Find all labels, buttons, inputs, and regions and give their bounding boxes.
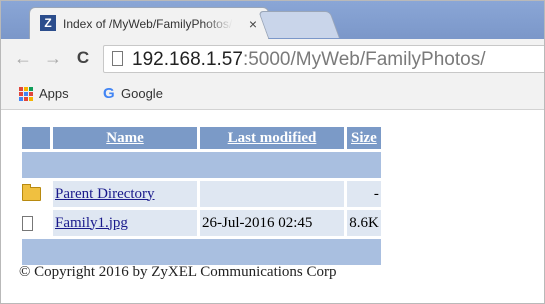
address-toolbar: ← → C 192.168.1.57:5000/MyWeb/FamilyPhot…	[1, 39, 544, 79]
browser-window: Z Index of /MyWeb/FamilyPhotos/ × ← → C …	[0, 0, 545, 304]
url-path: :5000/MyWeb/FamilyPhotos/	[242, 49, 486, 70]
parent-directory-link[interactable]: Parent Directory	[55, 186, 155, 202]
tab-strip: Z Index of /MyWeb/FamilyPhotos/ ×	[1, 1, 544, 39]
folder-icon	[22, 184, 41, 202]
size-column-header[interactable]: Size	[347, 127, 381, 149]
bookmark-google[interactable]: Google	[121, 86, 163, 102]
table-row: Family1.jpg 26-Jul-2016 02:45 8.6K	[22, 210, 381, 236]
bookmarks-bar: Apps G Google	[1, 79, 544, 110]
table-header-row: Name Last modified Size	[22, 127, 381, 149]
table-row: Parent Directory -	[22, 181, 381, 207]
copyright-footer: © Copyright 2016 by ZyXEL Communications…	[19, 264, 337, 280]
name-column-header[interactable]: Name	[53, 127, 197, 149]
reload-icon[interactable]: C	[73, 47, 93, 69]
last-modified-cell	[200, 181, 344, 207]
last-modified-column-header[interactable]: Last modified	[200, 127, 344, 149]
page-icon	[112, 51, 123, 66]
google-g-icon[interactable]: G	[103, 85, 115, 103]
browser-tab[interactable]: Z Index of /MyWeb/FamilyPhotos/ ×	[29, 7, 269, 39]
file-icon-cell	[22, 210, 50, 236]
close-tab-icon[interactable]: ×	[245, 15, 261, 33]
directory-listing-table: Name Last modified Size Parent Directory…	[19, 124, 384, 268]
back-arrow-icon[interactable]: ←	[13, 47, 33, 69]
new-tab-button[interactable]	[258, 11, 340, 38]
size-cell: -	[347, 181, 381, 207]
separator-row	[22, 152, 381, 178]
folder-icon-cell	[22, 181, 50, 207]
page-content: Name Last modified Size Parent Directory…	[1, 110, 544, 303]
forward-arrow-icon[interactable]: →	[43, 47, 63, 69]
icon-column-header	[22, 127, 50, 149]
last-modified-cell: 26-Jul-2016 02:45	[200, 210, 344, 236]
tab-title: Index of /MyWeb/FamilyPhotos/	[63, 15, 233, 33]
size-cell: 8.6K	[347, 210, 381, 236]
name-cell: Parent Directory	[53, 181, 197, 207]
address-bar[interactable]: 192.168.1.57:5000/MyWeb/FamilyPhotos/	[103, 45, 544, 73]
file-icon	[22, 215, 33, 231]
url-text[interactable]: 192.168.1.57:5000/MyWeb/FamilyPhotos/	[132, 48, 485, 72]
name-cell: Family1.jpg	[53, 210, 197, 236]
bookmark-apps[interactable]: Apps	[39, 86, 69, 102]
url-host: 192.168.1.57	[132, 49, 243, 70]
file-link[interactable]: Family1.jpg	[55, 215, 128, 231]
separator-row	[22, 239, 381, 265]
zyxel-favicon-icon: Z	[40, 15, 56, 31]
apps-grid-icon[interactable]	[19, 87, 33, 101]
